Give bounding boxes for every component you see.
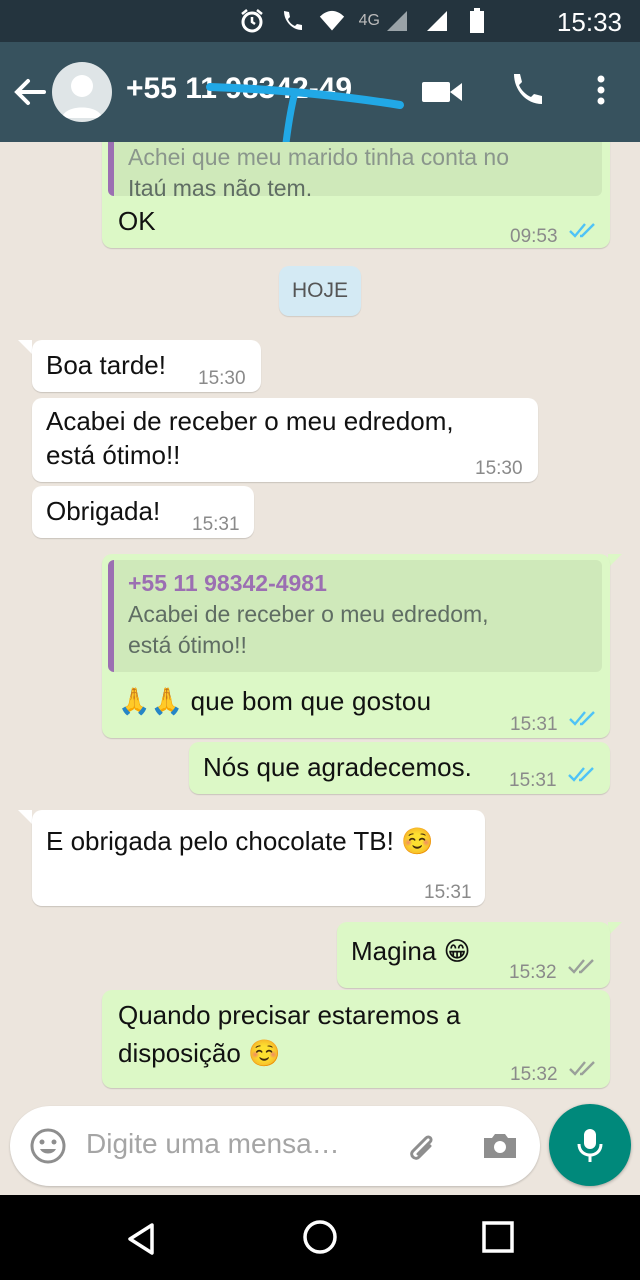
message-bubble-in[interactable]: Boa tarde! 15:30 bbox=[32, 340, 261, 392]
mic-button[interactable] bbox=[549, 1104, 631, 1186]
mic-icon bbox=[577, 1129, 603, 1162]
quoted-text-line2: está ótimo!! bbox=[128, 632, 247, 658]
message-text: Obrigada! bbox=[46, 496, 161, 526]
message-bubble-out[interactable]: Achei que meu marido tinha conta no Itaú… bbox=[102, 142, 610, 248]
quoted-text-line2: Itaú mas não tem. bbox=[128, 175, 313, 201]
message-text-line2: disposição ☺️ bbox=[118, 1038, 281, 1068]
message-text-line2: está ótimo!! bbox=[46, 440, 181, 470]
message-time: 15:31 bbox=[509, 770, 557, 791]
message-input-bar[interactable]: Digite uma mensa… bbox=[10, 1106, 540, 1186]
message-text-line1: Acabei de receber o meu edredom, bbox=[46, 406, 454, 436]
nav-back-icon[interactable] bbox=[122, 1219, 162, 1259]
message-bubble-in[interactable]: Acabei de receber o meu edredom, está ót… bbox=[32, 398, 538, 482]
read-ticks-icon bbox=[569, 223, 595, 238]
message-bubble-out[interactable]: +55 11 98342-4981 Acabei de receber o me… bbox=[102, 554, 610, 738]
status-bar: 4G 15:33 bbox=[0, 0, 640, 42]
message-time: 15:31 bbox=[192, 514, 240, 535]
message-time: 15:30 bbox=[198, 368, 246, 389]
nav-recent-icon[interactable] bbox=[480, 1219, 516, 1255]
status-icons: 4G bbox=[239, 8, 490, 34]
signal-2-icon bbox=[424, 8, 450, 34]
back-arrow-icon[interactable] bbox=[10, 72, 50, 112]
delivered-ticks-icon bbox=[568, 959, 594, 974]
read-ticks-icon bbox=[568, 767, 594, 782]
video-call-icon[interactable] bbox=[420, 72, 464, 112]
message-time: 15:32 bbox=[510, 1064, 558, 1085]
wifi-icon bbox=[319, 8, 345, 34]
avatar-icon[interactable] bbox=[52, 62, 112, 122]
phone-icon[interactable] bbox=[506, 70, 546, 110]
quoted-text-line1: Acabei de receber o meu edredom, bbox=[128, 601, 489, 627]
battery-icon bbox=[464, 8, 490, 34]
message-bubble-out[interactable]: Quando precisar estaremos a disposição ☺… bbox=[102, 990, 610, 1088]
nav-home-icon[interactable] bbox=[300, 1217, 340, 1257]
bubble-tail bbox=[608, 554, 622, 568]
system-nav-bar bbox=[0, 1195, 640, 1280]
attach-icon[interactable] bbox=[402, 1126, 442, 1166]
message-time: 15:31 bbox=[510, 714, 558, 735]
message-text: 🙏🙏 que bom que gostou bbox=[118, 686, 432, 716]
message-time: 15:30 bbox=[475, 458, 523, 479]
network-label: 4G bbox=[358, 12, 380, 29]
message-time: 15:32 bbox=[509, 962, 557, 983]
message-bubble-out[interactable]: Magina 😁 15:32 bbox=[337, 922, 610, 988]
message-bubble-in[interactable]: Obrigada! 15:31 bbox=[32, 486, 254, 538]
bubble-tail bbox=[18, 340, 32, 354]
alarm-icon bbox=[239, 8, 265, 34]
message-text: E obrigada pelo chocolate TB! ☺️ bbox=[46, 826, 434, 856]
quoted-message[interactable]: +55 11 98342-4981 Acabei de receber o me… bbox=[108, 560, 602, 672]
message-text: OK bbox=[118, 206, 156, 236]
quoted-message[interactable]: Achei que meu marido tinha conta no Itaú… bbox=[108, 142, 602, 201]
quoted-sender: +55 11 98342-4981 bbox=[128, 570, 327, 596]
chat-area[interactable]: Achei que meu marido tinha conta no Itaú… bbox=[0, 142, 640, 1195]
bubble-tail bbox=[608, 922, 622, 936]
camera-icon[interactable] bbox=[480, 1126, 520, 1166]
message-text-line1: Quando precisar estaremos a bbox=[118, 1000, 461, 1030]
bubble-tail bbox=[18, 810, 32, 824]
message-bubble-out[interactable]: Nós que agradecemos. 15:31 bbox=[189, 742, 610, 794]
message-text: Boa tarde! bbox=[46, 350, 166, 380]
call-signal-icon bbox=[279, 8, 305, 34]
signal-icon bbox=[384, 8, 410, 34]
message-time: 09:53 bbox=[510, 226, 558, 247]
more-icon[interactable] bbox=[586, 70, 616, 110]
message-text: Nós que agradecemos. bbox=[203, 752, 472, 782]
status-time: 15:33 bbox=[556, 7, 622, 37]
redaction-scribble bbox=[206, 83, 404, 147]
message-bubble-in[interactable]: E obrigada pelo chocolate TB! ☺️ 15:31 bbox=[32, 810, 485, 906]
message-text: Magina 😁 bbox=[351, 936, 471, 966]
emoji-icon[interactable] bbox=[28, 1126, 68, 1166]
read-ticks-icon bbox=[569, 711, 595, 726]
delivered-ticks-icon bbox=[569, 1061, 595, 1076]
chat-header: +55 11 98342-49 bbox=[0, 42, 640, 147]
day-separator: HOJE bbox=[279, 266, 361, 316]
quoted-text-line1: Achei que meu marido tinha conta no bbox=[128, 144, 510, 170]
message-time: 15:31 bbox=[424, 882, 472, 903]
message-input[interactable]: Digite uma mensa… bbox=[86, 1128, 340, 1160]
